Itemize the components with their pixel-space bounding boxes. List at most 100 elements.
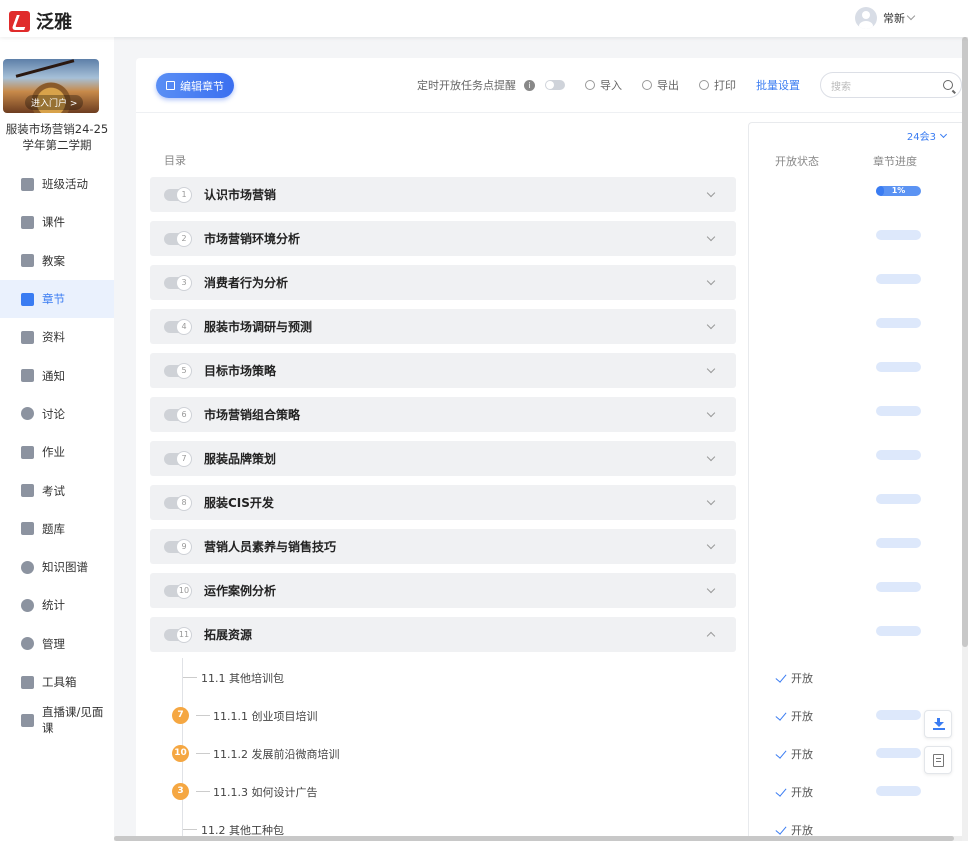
sidebar-item-homework[interactable]: 作业: [0, 433, 114, 471]
chapter-open-toggle[interactable]: 2: [164, 230, 192, 247]
chevron-down-icon[interactable]: [706, 584, 716, 594]
chevron-down-icon[interactable]: [706, 232, 716, 242]
sidebar-item-live[interactable]: 直播课/见面课: [0, 701, 114, 739]
sidebar-item-label: 管理: [42, 636, 65, 651]
chapter-row[interactable]: 2 市场营销环境分析: [150, 221, 736, 256]
chapter-progress-bar: [876, 450, 921, 460]
chapter-open-toggle[interactable]: 8: [164, 494, 192, 511]
chevron-down-icon[interactable]: [706, 452, 716, 462]
print-button[interactable]: 打印: [699, 77, 736, 93]
directory-label: 目录: [164, 154, 186, 167]
export-label: 导出: [657, 79, 679, 92]
export-button[interactable]: 导出: [642, 77, 679, 93]
grid-icon: [21, 177, 34, 191]
edit-chapter-button[interactable]: 编辑章节: [156, 73, 234, 98]
scrollbar-thumb[interactable]: [962, 37, 968, 647]
chevron-down-icon[interactable]: [706, 188, 716, 198]
chapter-row[interactable]: 8 服装CIS开发: [150, 485, 736, 520]
chapter-row[interactable]: 1 认识市场营销: [150, 177, 736, 212]
search-input[interactable]: 搜索: [820, 72, 962, 98]
chapter-progress-bar: [876, 362, 921, 372]
course-cover[interactable]: 进入门户 >: [3, 59, 99, 113]
task-count-badge: 10: [172, 745, 189, 762]
user-menu[interactable]: 常新: [855, 7, 916, 29]
portal-link[interactable]: 进入门户 >: [25, 95, 84, 110]
schedule-reminder-label: 定时开放任务点提醒: [417, 79, 516, 92]
chevron-down-icon[interactable]: [706, 364, 716, 374]
sidebar-item-manage[interactable]: 管理: [0, 625, 114, 663]
chapter-open-toggle[interactable]: 7: [164, 450, 192, 467]
sidebar-item-notice[interactable]: 通知: [0, 356, 114, 394]
subsection-title[interactable]: 11.1 其他培训包: [201, 670, 284, 686]
subsection-title[interactable]: 11.1.1 创业项目培训: [213, 708, 317, 724]
check-icon: [775, 708, 787, 721]
info-icon[interactable]: i: [524, 79, 535, 91]
chapter-open-toggle[interactable]: 1: [164, 186, 192, 203]
search-icon[interactable]: [943, 80, 953, 90]
chapter-row[interactable]: 10 运作案例分析: [150, 573, 736, 608]
sidebar-item-activities[interactable]: 班级活动: [0, 165, 114, 203]
chevron-down-icon[interactable]: [706, 276, 716, 286]
sidebar-nav: 班级活动 课件 教案 章节 资料 通知 讨论 作业 考试 题库 知识图谱 统计 …: [0, 165, 114, 739]
chevron-down-icon[interactable]: [706, 540, 716, 550]
chapter-number: 5: [176, 362, 192, 379]
chapter-open-toggle[interactable]: 5: [164, 362, 192, 379]
sidebar-item-label: 作业: [42, 445, 65, 460]
subsection-row[interactable]: 11.1 其他培训包 开放: [150, 667, 968, 687]
subsection-row[interactable]: 7 11.1.1 创业项目培训 开放: [150, 705, 968, 725]
open-status: 开放: [775, 746, 813, 762]
open-status: 开放: [775, 784, 813, 800]
sidebar-item-discussion[interactable]: 讨论: [0, 395, 114, 433]
sidebar-item-knowledge-graph[interactable]: 知识图谱: [0, 548, 114, 586]
chapter-row[interactable]: 4 服装市场调研与预测: [150, 309, 736, 344]
chapter-row[interactable]: 5 目标市场策略: [150, 353, 736, 388]
chapter-open-toggle[interactable]: 11: [164, 626, 192, 643]
chapter-list: 1 认识市场营销 2 市场营销环境分析 3 消费者行为分析 4 服装市场调研与预测 5目…: [150, 177, 736, 661]
sidebar-item-courseware[interactable]: 课件: [0, 203, 114, 241]
sidebar-item-lesson-plan[interactable]: 教案: [0, 242, 114, 280]
subsection-row[interactable]: 10 11.1.2 发展前沿微商培训 开放: [150, 743, 968, 763]
avatar: [855, 7, 877, 29]
subsection-row[interactable]: 3 11.1.3 如何设计广告 开放: [150, 781, 968, 801]
sidebar-item-materials[interactable]: 资料: [0, 318, 114, 356]
sidebar-item-question-bank[interactable]: 题库: [0, 510, 114, 548]
logo[interactable]: 泛雅: [9, 8, 72, 34]
sidebar-item-statistics[interactable]: 统计: [0, 586, 114, 624]
chapter-row[interactable]: 11 拓展资源: [150, 617, 736, 652]
vertical-scrollbar[interactable]: [962, 37, 968, 841]
class-selector[interactable]: 24会3: [906, 128, 948, 143]
chevron-down-icon[interactable]: [706, 496, 716, 506]
horizontal-scrollbar[interactable]: [114, 836, 962, 841]
chapter-row[interactable]: 7 服装品牌策划: [150, 441, 736, 476]
knowledge-graph-icon: [21, 560, 34, 574]
chapter-progress-bar: [876, 274, 921, 284]
chapter-open-toggle[interactable]: 10: [164, 582, 192, 599]
notes-button[interactable]: [924, 746, 952, 774]
chapter-open-toggle[interactable]: 9: [164, 538, 192, 555]
chapter-open-toggle[interactable]: 6: [164, 406, 192, 423]
sidebar-item-chapters[interactable]: 章节: [0, 279, 114, 319]
batch-settings-link[interactable]: 批量设置: [756, 77, 800, 93]
chapter-progress-bar: [876, 494, 921, 504]
download-button[interactable]: [924, 710, 952, 738]
sidebar-item-toolbox[interactable]: 工具箱: [0, 663, 114, 701]
import-button[interactable]: 导入: [585, 77, 622, 93]
schedule-reminder-toggle[interactable]: [545, 80, 565, 90]
live-icon: [21, 713, 34, 727]
chevron-down-icon[interactable]: [706, 408, 716, 418]
chapter-open-toggle[interactable]: 4: [164, 318, 192, 335]
subsection-title[interactable]: 11.1.2 发展前沿微商培训: [213, 746, 339, 762]
class-selector-label: 24会3: [906, 132, 936, 143]
chapter-number: 8: [176, 494, 192, 511]
logo-icon: [9, 10, 30, 32]
chevron-up-icon[interactable]: [706, 631, 716, 641]
scrollbar-thumb[interactable]: [114, 836, 954, 841]
progress-header: 章节进度: [873, 155, 917, 168]
chapter-open-toggle[interactable]: 3: [164, 274, 192, 291]
subsection-title[interactable]: 11.1.3 如何设计广告: [213, 784, 317, 800]
chevron-down-icon[interactable]: [706, 320, 716, 330]
chapter-row[interactable]: 3 消费者行为分析: [150, 265, 736, 300]
chapter-row[interactable]: 6 市场营销组合策略: [150, 397, 736, 432]
sidebar-item-exam[interactable]: 考试: [0, 471, 114, 509]
chapter-row[interactable]: 9 营销人员素养与销售技巧: [150, 529, 736, 564]
